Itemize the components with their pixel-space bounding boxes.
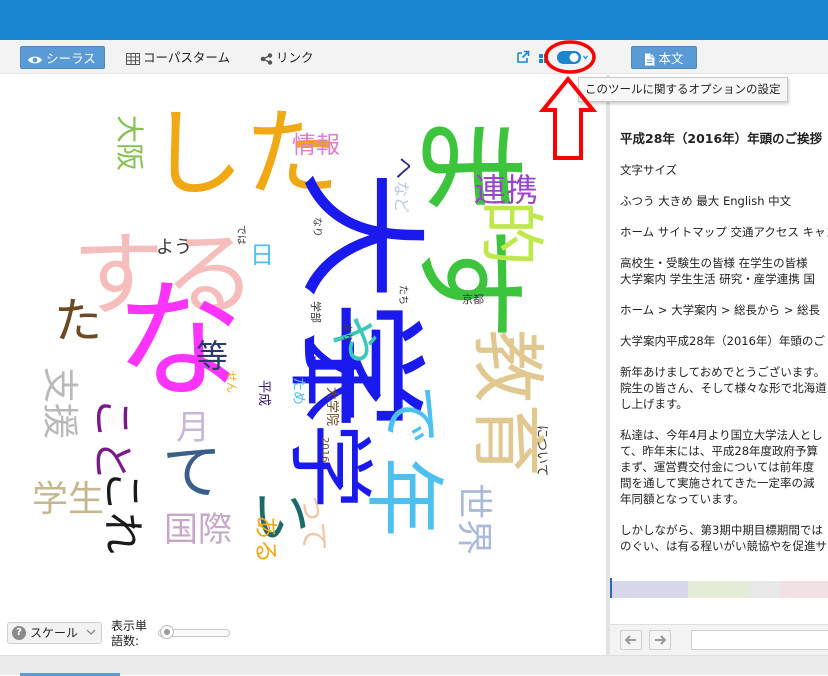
reader-nav-bar — [610, 624, 828, 655]
cloud-word[interactable]: 学部 — [309, 301, 323, 323]
cloud-word[interactable]: 情報 — [292, 131, 340, 159]
cloud-word[interactable]: で — [375, 385, 445, 445]
share-nodes-icon — [260, 53, 273, 65]
cloud-word[interactable]: 連携 — [474, 171, 538, 209]
document-line: 高校生・受験生の皆様 在学生の皆様 — [620, 256, 808, 270]
tab-reader[interactable]: 本文 — [631, 46, 697, 69]
document-line: 大学案内 学生生活 研究・産学連携 国 — [620, 272, 815, 286]
tab-links-label: リンク — [276, 50, 314, 65]
arrow-left-icon — [624, 635, 636, 645]
cloud-word[interactable]: 国際 — [164, 510, 232, 550]
export-icon[interactable] — [539, 52, 549, 64]
cloud-word[interactable]: って — [296, 493, 331, 552]
document-title: 平成28年（2016年）年頭のご挨拶 — [620, 131, 823, 146]
cloud-word[interactable]: よう — [156, 237, 192, 258]
options-toggle-icon[interactable] — [556, 50, 590, 65]
cirrus-panel: ます した する な 大学 本学 教育 的 年 で こと これ て い 連携 情… — [0, 75, 606, 655]
cloud-word[interactable]: 世界 — [453, 483, 494, 555]
terms-count-label: 表示単語数: — [111, 619, 148, 648]
eye-icon — [28, 56, 42, 64]
document-line: ホーム サイトマップ 交通アクセス キャンパス — [620, 225, 828, 239]
tab-corpus-terms[interactable]: コーパスターム — [126, 46, 230, 69]
options-tooltip: このツールに関するオプションの設定 — [578, 77, 788, 102]
reader-document: 平成28年（2016年）年頭のご挨拶 文字サイズ ふつう 大きめ 最大 Engl… — [620, 131, 828, 569]
cloud-word[interactable]: 的 — [472, 200, 549, 266]
terms-slider-handle[interactable] — [160, 625, 174, 639]
bottom-panel-bar — [0, 655, 828, 676]
document-line: のぐい、は有る程いがい競協やを促進サ — [620, 539, 827, 553]
cloud-word[interactable]: なり — [311, 217, 323, 237]
cloud-word[interactable]: へ — [390, 157, 415, 179]
tool-toolbar: シーラス コーパスターム リンク 本文 — [0, 40, 828, 74]
cloud-word[interactable]: や — [324, 315, 382, 365]
cloud-word[interactable]: あり — [341, 323, 353, 343]
document-line: 大学案内平成28年（2016年）年頭のご — [620, 334, 825, 348]
word-cloud: ます した する な 大学 本学 教育 的 年 で こと これ て い 連携 情… — [32, 98, 550, 563]
tab-cirrus-label: シーラス — [46, 51, 96, 66]
previous-button[interactable] — [620, 630, 642, 650]
document-line: 年同額となっています。 — [620, 492, 745, 506]
cloud-word[interactable]: 大阪 — [113, 115, 146, 171]
reader-panel: 平成28年（2016年）年頭のご挨拶 文字サイズ ふつう 大きめ 最大 Engl… — [610, 75, 828, 655]
cloud-word[interactable]: これ — [98, 470, 147, 554]
cloud-word[interactable]: について — [534, 425, 549, 477]
arrow-right-icon — [655, 635, 667, 645]
cirrus-footer: ? スケール 表示単語数: — [0, 615, 606, 655]
document-search-input[interactable] — [691, 630, 828, 650]
cloud-word[interactable]: せん — [225, 371, 238, 393]
document-line: て、昨年末には、平成28年度政府予算 — [620, 444, 819, 458]
cloud-word[interactable]: 月 — [176, 408, 210, 448]
cloud-word[interactable]: ため — [290, 377, 306, 405]
scale-menu-button[interactable]: ? スケール — [7, 622, 102, 644]
document-line: ふつう 大きめ 最大 English 中文 — [620, 194, 792, 208]
document-line: 文字サイズ — [620, 163, 678, 177]
tab-reader-label: 本文 — [658, 51, 684, 66]
cloud-word[interactable]: て — [162, 438, 222, 508]
tab-corpus-terms-label: コーパスターム — [143, 50, 231, 65]
cloud-word[interactable]: 大学院 — [324, 387, 340, 426]
cloud-word[interactable]: た — [54, 293, 102, 349]
cloud-word[interactable]: では — [235, 225, 247, 245]
cloud-word[interactable]: 学生 — [32, 479, 104, 520]
document-line: 新年あけましておめでとうございます。 — [620, 365, 826, 379]
document-line: まず、運営費交付金については前年度 — [620, 460, 815, 474]
app-header-bar — [0, 0, 828, 40]
document-icon — [645, 53, 655, 66]
document-line: しかしながら、第3期中期目標期間では — [620, 523, 823, 537]
external-link-icon[interactable] — [516, 50, 530, 64]
document-line: 私達は、今年4月より国立大学法人とし — [620, 428, 823, 442]
cloud-word[interactable]: 平成 — [256, 380, 271, 406]
cloud-word[interactable]: たち — [397, 285, 409, 305]
help-icon[interactable]: ? — [12, 626, 26, 640]
next-button[interactable] — [649, 630, 671, 650]
chevron-down-icon — [86, 629, 96, 635]
document-line: 間を通して実施されてきた一定率の減 — [620, 476, 815, 490]
cloud-word[interactable]: など — [392, 181, 411, 213]
cloud-word[interactable]: 2016 — [319, 437, 330, 462]
tab-cirrus[interactable]: シーラス — [20, 46, 105, 69]
cloud-word[interactable]: 日 — [250, 241, 274, 269]
document-line: し上げます。 — [620, 397, 688, 411]
cloud-word[interactable]: 年 — [357, 457, 450, 537]
document-line: ホーム > 大学案内 > 総長から > 総長 — [620, 303, 820, 317]
document-line: 院生の皆さん、そして様々な形で北海道 — [620, 381, 827, 395]
cloud-word[interactable]: 支援 — [39, 367, 80, 439]
cloud-word[interactable]: ある — [252, 515, 280, 563]
scale-label: スケール — [30, 626, 79, 640]
document-progress-bar[interactable] — [610, 578, 828, 598]
tab-links[interactable]: リンク — [260, 46, 314, 69]
cloud-word[interactable]: 京都 — [462, 292, 484, 306]
cloud-word[interactable]: 等 — [196, 337, 228, 375]
table-icon — [126, 53, 140, 65]
cloud-word[interactable]: こと — [88, 397, 137, 481]
